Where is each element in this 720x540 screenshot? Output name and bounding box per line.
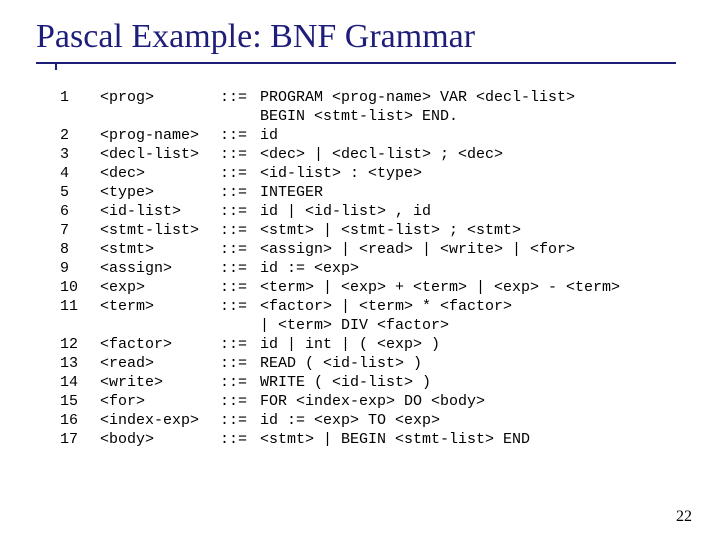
grammar-rule: 2<prog-name>::=id	[60, 126, 620, 145]
grammar-rule: 8<stmt>::=<assign> | <read> | <write> | …	[60, 240, 620, 259]
rule-rhs: id | int | ( <exp> )	[260, 336, 440, 353]
rule-rhs: <factor> | <term> * <factor>	[260, 298, 512, 315]
grammar-rule: 11<term>::=<factor> | <term> * <factor>	[60, 297, 620, 316]
rule-lhs: <assign>	[100, 259, 220, 278]
rule-number: 3	[60, 145, 100, 164]
grammar-rule: 3<decl-list>::=<dec> | <decl-list> ; <de…	[60, 145, 620, 164]
rule-separator: ::=	[220, 411, 260, 430]
grammar-rule-continuation: BEGIN <stmt-list> END.	[60, 107, 620, 126]
rule-separator: ::=	[220, 335, 260, 354]
grammar-rule: 13<read>::=READ ( <id-list> )	[60, 354, 620, 373]
grammar-rule: 9<assign>::=id := <exp>	[60, 259, 620, 278]
rule-separator: ::=	[220, 297, 260, 316]
grammar-rule: 14<write>::=WRITE ( <id-list> )	[60, 373, 620, 392]
rule-rhs: INTEGER	[260, 184, 323, 201]
rule-separator: ::=	[220, 126, 260, 145]
rule-separator: ::=	[220, 240, 260, 259]
rule-number: 10	[60, 278, 100, 297]
rule-number: 17	[60, 430, 100, 449]
rule-lhs: <decl-list>	[100, 145, 220, 164]
rule-number: 6	[60, 202, 100, 221]
rule-lhs: <for>	[100, 392, 220, 411]
rule-rhs: <dec> | <decl-list> ; <dec>	[260, 146, 503, 163]
rule-rhs: PROGRAM <prog-name> VAR <decl-list>	[260, 89, 575, 106]
rule-rhs: WRITE ( <id-list> )	[260, 374, 431, 391]
rule-separator: ::=	[220, 354, 260, 373]
rule-rhs-continuation: BEGIN <stmt-list> END.	[260, 108, 458, 125]
grammar-rule-continuation: | <term> DIV <factor>	[60, 316, 620, 335]
rule-number: 9	[60, 259, 100, 278]
rule-lhs: <write>	[100, 373, 220, 392]
rule-number: 8	[60, 240, 100, 259]
rule-lhs: <index-exp>	[100, 411, 220, 430]
rule-lhs: <dec>	[100, 164, 220, 183]
rule-number: 5	[60, 183, 100, 202]
rule-number: 14	[60, 373, 100, 392]
rule-separator: ::=	[220, 373, 260, 392]
grammar-rule: 15<for>::=FOR <index-exp> DO <body>	[60, 392, 620, 411]
rule-rhs: id | <id-list> , id	[260, 203, 431, 220]
title-underline	[36, 62, 676, 64]
rule-lhs: <term>	[100, 297, 220, 316]
grammar-rule: 12<factor>::=id | int | ( <exp> )	[60, 335, 620, 354]
rule-number: 4	[60, 164, 100, 183]
grammar-block: 1<prog>::=PROGRAM <prog-name> VAR <decl-…	[60, 88, 620, 449]
rule-separator: ::=	[220, 145, 260, 164]
rule-separator: ::=	[220, 278, 260, 297]
rule-rhs: id	[260, 127, 278, 144]
rule-separator: ::=	[220, 259, 260, 278]
grammar-rule: 1<prog>::=PROGRAM <prog-name> VAR <decl-…	[60, 88, 620, 107]
rule-rhs: id := <exp> TO <exp>	[260, 412, 440, 429]
rule-lhs: <stmt-list>	[100, 221, 220, 240]
slide: Pascal Example: BNF Grammar 1<prog>::=PR…	[0, 0, 720, 540]
rule-separator: ::=	[220, 221, 260, 240]
rule-rhs: id := <exp>	[260, 260, 359, 277]
rule-rhs: READ ( <id-list> )	[260, 355, 422, 372]
rule-separator: ::=	[220, 164, 260, 183]
rule-lhs: <factor>	[100, 335, 220, 354]
grammar-rule: 10<exp>::=<term> | <exp> + <term> | <exp…	[60, 278, 620, 297]
rule-number: 13	[60, 354, 100, 373]
grammar-rule: 5<type>::=INTEGER	[60, 183, 620, 202]
rule-number: 16	[60, 411, 100, 430]
grammar-rule: 6<id-list>::=id | <id-list> , id	[60, 202, 620, 221]
rule-separator: ::=	[220, 202, 260, 221]
rule-separator: ::=	[220, 183, 260, 202]
grammar-rule: 4<dec>::=<id-list> : <type>	[60, 164, 620, 183]
rule-lhs: <prog>	[100, 88, 220, 107]
grammar-rule: 7<stmt-list>::=<stmt> | <stmt-list> ; <s…	[60, 221, 620, 240]
rule-rhs: <stmt> | BEGIN <stmt-list> END	[260, 431, 530, 448]
rule-lhs: <exp>	[100, 278, 220, 297]
rule-number: 11	[60, 297, 100, 316]
rule-separator: ::=	[220, 88, 260, 107]
slide-title: Pascal Example: BNF Grammar	[0, 0, 720, 56]
rule-lhs: <read>	[100, 354, 220, 373]
rule-lhs: <body>	[100, 430, 220, 449]
rule-number: 15	[60, 392, 100, 411]
rule-number: 7	[60, 221, 100, 240]
rule-lhs: <id-list>	[100, 202, 220, 221]
title-tick	[55, 62, 57, 70]
rule-rhs: FOR <index-exp> DO <body>	[260, 393, 485, 410]
rule-rhs: <stmt> | <stmt-list> ; <stmt>	[260, 222, 521, 239]
rule-separator: ::=	[220, 392, 260, 411]
rule-lhs: <stmt>	[100, 240, 220, 259]
grammar-rule: 17<body>::=<stmt> | BEGIN <stmt-list> EN…	[60, 430, 620, 449]
rule-rhs-continuation: | <term> DIV <factor>	[260, 317, 449, 334]
rule-number: 12	[60, 335, 100, 354]
rule-lhs: <type>	[100, 183, 220, 202]
rule-number: 2	[60, 126, 100, 145]
rule-rhs: <term> | <exp> + <term> | <exp> - <term>	[260, 279, 620, 296]
rule-lhs: <prog-name>	[100, 126, 220, 145]
grammar-rule: 16<index-exp>::=id := <exp> TO <exp>	[60, 411, 620, 430]
rule-rhs: <id-list> : <type>	[260, 165, 422, 182]
rule-number: 1	[60, 88, 100, 107]
page-number: 22	[676, 508, 692, 526]
rule-rhs: <assign> | <read> | <write> | <for>	[260, 241, 575, 258]
rule-separator: ::=	[220, 430, 260, 449]
